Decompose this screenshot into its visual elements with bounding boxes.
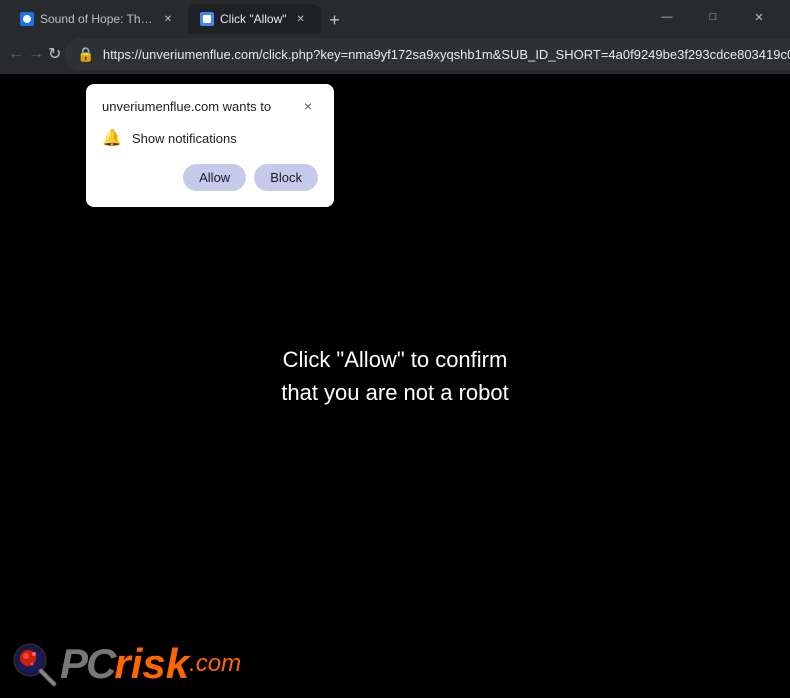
popup-title: unveriumenflue.com wants to (102, 99, 271, 114)
popup-option: 🔔 Show notifications (102, 128, 318, 148)
tab-label-2: Click "Allow" (220, 12, 287, 26)
popup-header: unveriumenflue.com wants to × (102, 96, 318, 116)
pcrisk-text: PC risk .com (60, 643, 241, 685)
window-controls: — □ ✕ (644, 0, 782, 34)
tab-group: Sound of Hope: The Story of P... ✕ Click… (8, 0, 644, 34)
main-content-text: Click "Allow" to confirm that you are no… (281, 343, 509, 409)
forward-button[interactable]: → (28, 38, 44, 70)
tab-sound-of-hope[interactable]: Sound of Hope: The Story of P... ✕ (8, 4, 188, 34)
back-button[interactable]: ← (8, 38, 24, 70)
browser-content: unveriumenflue.com wants to × 🔔 Show not… (0, 74, 790, 698)
popup-buttons: Allow Block (102, 164, 318, 191)
pcrisk-icon (8, 638, 60, 690)
address-bar[interactable]: 🔒 https://unveriumenflue.com/click.php?k… (65, 38, 790, 70)
dot-com-text: .com (189, 650, 241, 678)
risk-text: risk (114, 643, 189, 685)
close-button[interactable]: ✕ (736, 0, 782, 34)
minimize-button[interactable]: — (644, 0, 690, 34)
address-text: https://unveriumenflue.com/click.php?key… (103, 47, 790, 62)
tab-allow[interactable]: Click "Allow" ✕ (188, 4, 321, 34)
browser-frame: Sound of Hope: The Story of P... ✕ Click… (0, 0, 790, 698)
tab-close-2[interactable]: ✕ (293, 11, 309, 27)
allow-button[interactable]: Allow (183, 164, 246, 191)
title-bar: Sound of Hope: The Story of P... ✕ Click… (0, 0, 790, 34)
address-lock-icon: 🔒 (77, 46, 94, 63)
bell-icon: 🔔 (102, 128, 122, 148)
tab-close-1[interactable]: ✕ (160, 11, 176, 27)
block-button[interactable]: Block (254, 164, 318, 191)
pc-text: PC (60, 643, 114, 685)
main-text-line2: that you are not a robot (281, 376, 509, 409)
reload-button[interactable]: ↻ (48, 38, 61, 70)
notification-popup: unveriumenflue.com wants to × 🔔 Show not… (86, 84, 334, 207)
pcrisk-logo: PC risk .com (8, 638, 241, 690)
new-tab-button[interactable]: + (321, 6, 349, 34)
popup-close-button[interactable]: × (298, 96, 318, 116)
tab-label-1: Sound of Hope: The Story of P... (40, 12, 154, 26)
show-notifications-label: Show notifications (132, 131, 237, 146)
tab-favicon-1 (20, 12, 34, 26)
tab-favicon-2 (200, 12, 214, 26)
nav-bar: ← → ↻ 🔒 https://unveriumenflue.com/click… (0, 34, 790, 74)
main-text-line1: Click "Allow" to confirm (281, 343, 509, 376)
maximize-button[interactable]: □ (690, 0, 736, 34)
